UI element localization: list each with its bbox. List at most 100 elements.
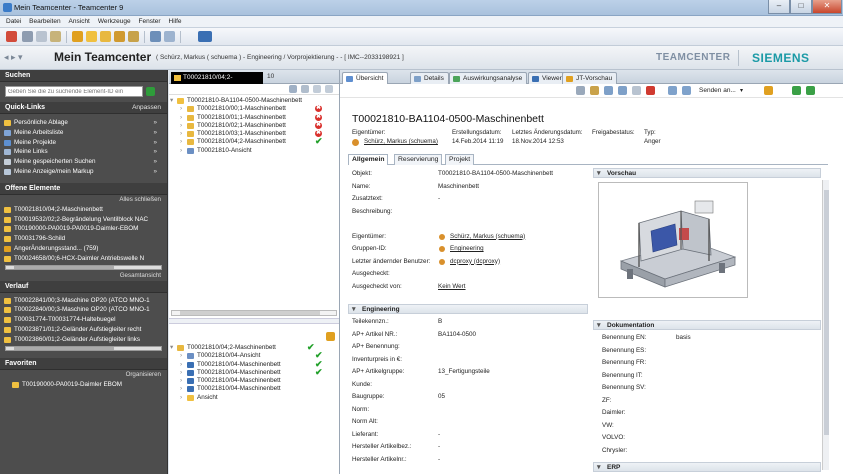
menu-bearbeiten[interactable]: Bearbeiten: [29, 16, 60, 28]
open-item[interactable]: T00024658/00;6-HCX-Daimler Antriebswelle…: [0, 254, 167, 264]
property-link[interactable]: Kein Wert: [438, 281, 466, 294]
tool-icon[interactable]: [576, 86, 585, 95]
expand-toggle-icon[interactable]: ›: [180, 105, 182, 113]
revise-icon[interactable]: [128, 31, 139, 42]
tree-node[interactable]: › T00021810/04-Maschinenbett: [169, 385, 339, 393]
documentation-section-header[interactable]: Dokumentation: [593, 320, 821, 331]
item-icon[interactable]: [114, 31, 125, 42]
open-item[interactable]: T00031796-Schild: [0, 234, 167, 244]
tree-node[interactable]: › T00021810/04-Maschinenbett ✔: [169, 359, 339, 369]
tool-icon[interactable]: [618, 86, 627, 95]
search-icon[interactable]: [289, 85, 297, 93]
filter-icon[interactable]: [301, 85, 309, 93]
tree-horizontal-scrollbar[interactable]: [171, 310, 337, 316]
scrollbar-thumb[interactable]: [14, 346, 114, 350]
expand-toggle-icon[interactable]: ›: [180, 385, 182, 393]
history-scrollbar[interactable]: [5, 345, 162, 351]
tree-node[interactable]: › T00021810/04-Ansicht ✔: [169, 351, 339, 360]
summary-vertical-scrollbar[interactable]: [822, 180, 829, 470]
collapse-icon[interactable]: [325, 85, 333, 93]
history-item[interactable]: T00023860/01;2-Geländer Aufstiegleiter l…: [0, 335, 167, 345]
check-icon[interactable]: [806, 86, 815, 95]
back-arrow-icon[interactable]: [668, 86, 677, 95]
expand-toggle-icon[interactable]: ›: [180, 361, 182, 369]
expand-toggle-icon[interactable]: ›: [180, 352, 182, 360]
minimize-button[interactable]: –: [768, 0, 790, 14]
expand-toggle-icon[interactable]: ›: [180, 130, 182, 138]
quicklink-item[interactable]: Meine Projekte »: [0, 138, 167, 148]
expand-toggle-icon[interactable]: ›: [180, 114, 182, 122]
quicklink-item[interactable]: Meine Arbeitsliste »: [0, 128, 167, 138]
tree-node[interactable]: › T00021810/03;1-Maschinenbett ✖: [169, 130, 339, 138]
menu-datei[interactable]: Datei: [6, 16, 21, 28]
property-link[interactable]: dcproxy (dcproxy): [450, 256, 500, 269]
search-go-icon[interactable]: [146, 87, 155, 96]
subtab-reservation[interactable]: Reservierung: [394, 154, 443, 165]
check-icon[interactable]: [792, 86, 801, 95]
viewer-icon[interactable]: [198, 31, 212, 42]
tab-viewer[interactable]: Viewer: [528, 72, 567, 84]
tree-node[interactable]: › T00021810/02;1-Maschinenbett ✖: [169, 121, 339, 130]
tree-node[interactable]: › T00021810-Ansicht: [169, 147, 339, 155]
tool-icon[interactable]: [764, 86, 773, 95]
organize-favorites-link[interactable]: Organisieren: [0, 370, 167, 380]
quicklink-item[interactable]: Meine Anzeige/mein Markup »: [0, 167, 167, 177]
property-link[interactable]: Engineering: [450, 243, 484, 256]
tool-icon[interactable]: [604, 86, 613, 95]
expand-toggle-icon[interactable]: ›: [180, 377, 182, 385]
tree-splitter[interactable]: [169, 318, 339, 324]
open-item[interactable]: T00021810/04;2-Maschinenbett: [0, 205, 167, 215]
tool-icon[interactable]: [646, 86, 655, 95]
delete-icon[interactable]: [6, 31, 17, 42]
favorites-header[interactable]: Favoriten: [0, 357, 167, 370]
favorite-item[interactable]: T00190000-PA0019-Daimler EBOM: [0, 380, 167, 390]
scrollbar-thumb[interactable]: [14, 265, 114, 269]
copy-icon[interactable]: [36, 31, 47, 42]
tab-impact-analysis[interactable]: Auswirkungsanalyse: [449, 72, 528, 84]
paste-icon[interactable]: [50, 31, 61, 42]
cut-icon[interactable]: [22, 31, 33, 42]
refresh-icon[interactable]: [326, 332, 335, 341]
expand-toggle-icon[interactable]: ›: [180, 369, 182, 377]
tab-tree[interactable]: T00021810/04;2-: [171, 72, 263, 84]
tree-node[interactable]: ▾ T00021810-BA1104-0500-Maschinenbett: [169, 97, 339, 105]
scrollbar-thumb[interactable]: [180, 311, 320, 315]
tab-jt-preview[interactable]: JT-Vorschau: [562, 72, 618, 84]
property-link[interactable]: Schürz, Markus (schuema): [450, 231, 525, 244]
tab-overview[interactable]: Übersicht: [342, 72, 389, 84]
tree-node[interactable]: › T00021810/04;2-Maschinenbett ✔: [169, 137, 339, 146]
tab-overflow[interactable]: 10: [267, 73, 274, 80]
tool-icon[interactable]: [632, 86, 641, 95]
history-nav-arrows[interactable]: ◂ ▸ ▾: [4, 52, 23, 63]
history-item[interactable]: T00031774-T00031774-Haltebuegel: [0, 315, 167, 325]
expand-icon[interactable]: [313, 85, 321, 93]
session-context[interactable]: ( Schürz, Markus ( schuema ) - Engineeri…: [156, 54, 404, 61]
open-items-header[interactable]: Offene Elemente: [0, 182, 167, 195]
tree-node[interactable]: › T00021810/04-Maschinenbett: [169, 377, 339, 385]
quicklinks-header[interactable]: Quick-Links Anpassen: [0, 102, 167, 114]
expand-toggle-icon[interactable]: ›: [180, 138, 182, 146]
tool-icon[interactable]: [590, 86, 599, 95]
chevron-down-icon[interactable]: ▾: [740, 87, 743, 94]
open-item[interactable]: T00019532/02;2-Begrändelung Ventilblock …: [0, 215, 167, 225]
quicklink-item[interactable]: Meine gespeicherten Suchen »: [0, 157, 167, 167]
erp-section-header[interactable]: ERP: [593, 462, 821, 473]
tree-node[interactable]: › T00021810/01;1-Maschinenbett ✖: [169, 113, 339, 122]
subtab-general[interactable]: Allgemein: [348, 154, 389, 165]
tab-details[interactable]: Details: [410, 72, 449, 84]
send-to-menu[interactable]: Senden an...: [699, 87, 736, 94]
preview-section-header[interactable]: Vorschau: [593, 168, 821, 179]
expand-toggle-icon[interactable]: ›: [180, 122, 182, 130]
maximize-button[interactable]: □: [790, 0, 812, 14]
quicklink-item[interactable]: Meine Links »: [0, 147, 167, 157]
menu-fenster[interactable]: Fenster: [139, 16, 161, 28]
expand-toggle-icon[interactable]: ›: [180, 147, 182, 155]
search-input[interactable]: [5, 86, 143, 97]
open-folder-icon[interactable]: [100, 31, 111, 42]
expand-toggle-icon[interactable]: ▾: [170, 344, 173, 352]
new-item-icon[interactable]: [72, 31, 83, 42]
history-header[interactable]: Verlauf: [0, 280, 167, 293]
full-view-link[interactable]: Gesamtansicht: [0, 271, 167, 281]
history-item[interactable]: T00023871/01;2-Geländer Aufstiegleiter r…: [0, 325, 167, 335]
open-items-scrollbar[interactable]: [5, 264, 162, 270]
